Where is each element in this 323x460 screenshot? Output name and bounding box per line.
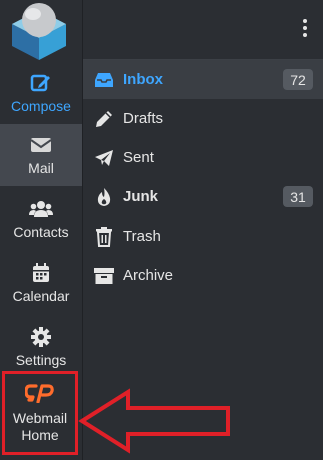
more-menu-icon[interactable] (303, 19, 309, 40)
sidebar-rail: Compose Mail Contacts Calendar Settings … (0, 0, 83, 460)
settings-label: Settings (15, 352, 67, 368)
mail-button[interactable]: Mail (0, 124, 82, 186)
contacts-label: Contacts (13, 224, 69, 240)
roundcube-logo (12, 3, 66, 60)
settings-button[interactable]: Settings (0, 316, 82, 378)
fire-icon (93, 187, 115, 207)
folder-inbox[interactable]: Inbox 72 (83, 60, 323, 99)
contacts-button[interactable]: Contacts (0, 188, 82, 250)
webmail-home-label-line2: Home (21, 426, 59, 443)
paper-plane-icon (93, 149, 115, 167)
unread-count-badge: 31 (283, 186, 313, 207)
webmail-home-label-line1: Webmail (12, 409, 68, 426)
folder-archive[interactable]: Archive (83, 256, 323, 295)
mail-label: Mail (28, 160, 54, 176)
folder-sent[interactable]: Sent (83, 138, 323, 177)
calendar-label: Calendar (12, 288, 70, 304)
folder-trash[interactable]: Trash (83, 217, 323, 256)
gear-icon (31, 326, 51, 348)
calendar-button[interactable]: Calendar (0, 252, 82, 314)
folder-label: Drafts (123, 110, 164, 127)
unread-count-badge: 72 (283, 69, 313, 90)
folder-label: Trash (123, 228, 161, 245)
webmail-home-button[interactable]: Webmail Home (2, 371, 78, 455)
folder-label: Junk (123, 188, 159, 205)
compose-label: Compose (11, 98, 71, 114)
folder-drafts[interactable]: Drafts (83, 99, 323, 138)
folder-label: Inbox (123, 71, 163, 88)
annotation-arrow (78, 388, 230, 454)
calendar-icon (32, 262, 50, 284)
folder-junk[interactable]: Junk 31 (83, 177, 323, 216)
trash-icon (93, 226, 115, 247)
inbox-icon (93, 72, 115, 88)
envelope-icon (30, 134, 52, 156)
users-icon (29, 198, 53, 220)
archive-icon (93, 267, 115, 285)
folder-label: Archive (123, 267, 174, 284)
compose-icon (30, 72, 52, 94)
cpanel-logo-icon (24, 383, 55, 407)
compose-button[interactable]: Compose (0, 62, 82, 124)
pencil-icon (93, 109, 115, 129)
folder-label: Sent (123, 149, 154, 166)
